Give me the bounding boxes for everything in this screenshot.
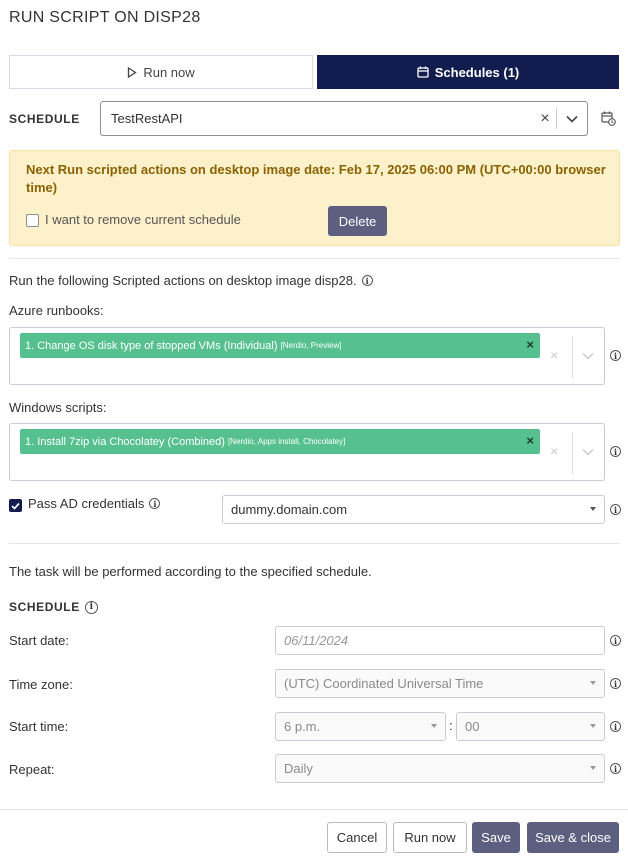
caret-down-icon <box>590 724 596 728</box>
start-hour-select[interactable]: 6 p.m. <box>275 712 446 741</box>
dialog-title: RUN SCRIPT ON DISP28 <box>9 9 201 26</box>
save-close-button[interactable]: Save & close <box>527 822 619 853</box>
chevron-down-icon[interactable] <box>582 348 594 363</box>
cancel-button[interactable]: Cancel <box>327 822 387 853</box>
info-icon[interactable]: i <box>610 504 621 515</box>
caret-down-icon <box>590 766 596 770</box>
repeat-select[interactable]: Daily <box>275 754 605 783</box>
divider <box>9 543 620 544</box>
run-now-button[interactable]: Run now <box>393 822 467 853</box>
start-minute-select[interactable]: 00 <box>456 712 605 741</box>
script-chip-tags: [Nerdio, Apps install, Chocolatey] <box>227 437 346 446</box>
script-chip: 1. Install 7zip via Chocolatey (Combined… <box>20 429 540 454</box>
remove-chip-icon[interactable]: × <box>526 337 534 352</box>
start-date-value: 06/11/2024 <box>284 633 349 648</box>
windows-scripts-label: Windows scripts: <box>9 400 107 415</box>
schedule-label: SCHEDULE <box>9 112 80 126</box>
time-zone-label: Time zone: <box>9 677 73 692</box>
schedule-select[interactable]: TestRestAPI × <box>100 101 588 136</box>
info-icon[interactable]: i <box>149 498 161 509</box>
info-icon[interactable]: i <box>610 446 621 457</box>
clear-icon[interactable]: × <box>550 347 558 363</box>
info-icon[interactable]: i <box>610 635 621 646</box>
domain-select[interactable]: dummy.domain.com <box>222 495 605 524</box>
info-icon[interactable]: i <box>84 600 98 614</box>
tab-run-now[interactable]: Run now <box>9 55 313 89</box>
add-schedule-icon[interactable] <box>601 111 616 129</box>
schedule-select-value: TestRestAPI <box>111 111 183 126</box>
windows-scripts-select[interactable]: 1. Install 7zip via Chocolatey (Combined… <box>9 423 605 481</box>
chevron-down-icon[interactable] <box>557 115 587 123</box>
runbook-chip-label: 1. Change OS disk type of stopped VMs (I… <box>25 339 278 352</box>
delete-button[interactable]: Delete <box>328 206 387 236</box>
pass-ad-credentials-checkbox[interactable] <box>9 499 22 512</box>
time-colon: : <box>449 718 453 733</box>
next-run-alert: Next Run scripted actions on desktop ima… <box>9 150 620 246</box>
domain-value: dummy.domain.com <box>231 502 348 517</box>
repeat-value: Daily <box>284 761 313 776</box>
tab-schedules-label: Schedules (1) <box>434 64 520 80</box>
script-chip-label: 1. Install 7zip via Chocolatey (Combined… <box>25 435 225 448</box>
info-icon[interactable]: i <box>610 721 621 732</box>
start-date-input[interactable]: 06/11/2024 <box>275 626 605 655</box>
runbook-chip-tags: [Nerdio, Preview] <box>280 341 342 350</box>
info-icon[interactable]: i <box>610 350 621 361</box>
select-separator <box>572 336 573 378</box>
time-zone-select[interactable]: (UTC) Coordinated Universal Time <box>275 669 605 698</box>
next-run-text: Next Run scripted actions on desktop ima… <box>26 162 606 195</box>
clear-icon[interactable]: × <box>550 443 558 459</box>
pass-ad-label: Pass AD credentials <box>28 496 145 511</box>
caret-down-icon <box>590 681 596 685</box>
start-minute-value: 00 <box>465 719 480 734</box>
time-zone-value: (UTC) Coordinated Universal Time <box>284 676 484 691</box>
divider <box>9 258 620 259</box>
caret-down-icon <box>590 507 596 511</box>
task-note: The task will be performed according to … <box>9 564 372 579</box>
info-icon[interactable]: i <box>610 678 621 689</box>
repeat-label: Repeat: <box>9 762 55 777</box>
pass-ad-row: Pass AD credentials i <box>28 496 161 511</box>
intro-text: Run the following Scripted actions on de… <box>9 273 357 288</box>
select-separator <box>572 432 573 474</box>
tab-run-now-label: Run now <box>143 64 195 80</box>
start-hour-value: 6 p.m. <box>284 719 321 734</box>
tab-schedules[interactable]: Schedules (1) <box>317 55 619 89</box>
runbook-chip: 1. Change OS disk type of stopped VMs (I… <box>20 333 540 358</box>
caret-down-icon <box>431 724 437 728</box>
remove-schedule-label: I want to remove current schedule <box>45 212 241 227</box>
azure-runbooks-select[interactable]: 1. Change OS disk type of stopped VMs (I… <box>9 327 605 385</box>
info-icon[interactable]: i <box>361 275 373 286</box>
info-icon[interactable]: i <box>610 763 621 774</box>
clear-icon[interactable]: × <box>534 110 556 128</box>
remove-chip-icon[interactable]: × <box>526 433 534 448</box>
chevron-down-icon[interactable] <box>582 444 594 459</box>
start-date-label: Start date: <box>9 633 69 648</box>
footer-divider <box>0 809 628 810</box>
save-button[interactable]: Save <box>472 822 520 853</box>
azure-runbooks-label: Azure runbooks: <box>9 303 104 318</box>
remove-schedule-checkbox[interactable] <box>26 214 39 227</box>
start-time-label: Start time: <box>9 719 69 734</box>
schedule-heading: SCHEDULE <box>9 600 80 614</box>
play-icon <box>128 66 138 78</box>
intro-row: Run the following Scripted actions on de… <box>9 273 373 288</box>
calendar-icon <box>417 66 429 78</box>
schedule-heading-row: SCHEDULE i <box>9 600 98 614</box>
